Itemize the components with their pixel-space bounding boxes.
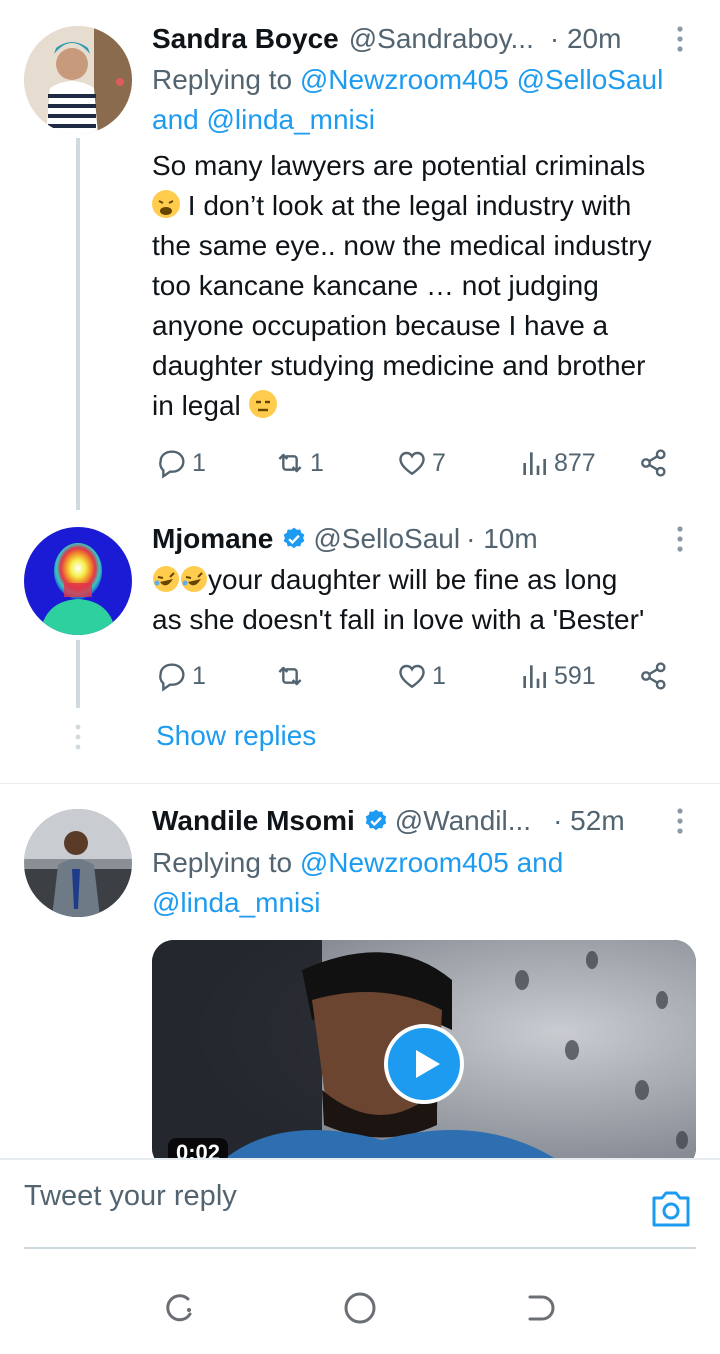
author-handle[interactable]: @SelloSaul <box>313 523 460 555</box>
like-icon <box>399 664 425 689</box>
rofl-emoji <box>152 564 180 592</box>
like-count: 7 <box>432 448 446 477</box>
text-line: I don’t look at the legal industry with <box>152 186 707 226</box>
weary-face-emoji <box>152 190 180 218</box>
views-button[interactable]: 591 <box>518 656 596 696</box>
replying-prefix: Replying to <box>152 64 300 95</box>
text-line: in legal <box>152 386 707 426</box>
replying-and: and <box>152 104 207 135</box>
reply-count: 1 <box>192 448 206 477</box>
retweet-icon <box>278 666 302 686</box>
reply-button[interactable]: 1 <box>156 656 206 696</box>
replying-mentions[interactable]: @Newzroom405 @SelloSaul <box>300 64 663 95</box>
reply-input[interactable]: Tweet your reply <box>24 1180 237 1213</box>
reply-count: 1 <box>192 661 206 690</box>
retweet-button[interactable]: 1 <box>274 443 324 483</box>
retweet-button[interactable] <box>274 656 310 696</box>
views-count: 591 <box>554 661 596 690</box>
video-thumbnail[interactable]: 0:02 <box>152 940 696 1170</box>
author-name[interactable]: Sandra Boyce <box>152 23 339 55</box>
like-count: 1 <box>432 661 446 690</box>
thread-line <box>76 640 80 708</box>
replying-prefix: Replying to <box>152 847 300 878</box>
divider <box>0 783 720 784</box>
author-name[interactable]: Mjomane <box>152 523 273 555</box>
reply-icon <box>159 663 185 692</box>
replying-to: Replying to @Newzroom405 @SelloSaul and … <box>152 60 702 140</box>
tweet-time[interactable]: · 10m <box>466 523 538 555</box>
thread-line <box>76 138 80 510</box>
reply-icon <box>159 450 185 479</box>
tweet-header: Mjomane @SelloSaul · 10m <box>152 519 538 559</box>
expressionless-face-emoji <box>248 390 277 418</box>
tweet-header: Sandra Boyce @Sandraboy... · 20m <box>152 19 621 59</box>
verified-icon <box>284 527 305 549</box>
like-icon <box>399 451 425 476</box>
rofl-emoji <box>180 564 208 592</box>
nav-home-icon[interactable] <box>342 1290 378 1326</box>
share-button[interactable] <box>638 656 670 696</box>
more-icon[interactable] <box>670 24 690 54</box>
views-icon <box>523 665 546 688</box>
nav-recent-icon[interactable] <box>162 1290 198 1326</box>
tweet-text: So many lawyers are potential criminals … <box>152 146 707 426</box>
replying-and: and <box>508 847 564 878</box>
text-line: daughter studying medicine and brother <box>152 350 646 381</box>
text-line: So many lawyers are potential criminals <box>152 150 646 181</box>
avatar-wandile[interactable] <box>24 809 132 917</box>
replying-to: Replying to @Newzroom405 and @linda_mnis… <box>152 843 702 923</box>
like-button[interactable]: 7 <box>396 443 446 483</box>
views-icon <box>523 452 546 475</box>
share-icon <box>641 449 666 477</box>
text-line: anyone occupation because I have a <box>152 310 609 341</box>
like-button[interactable]: 1 <box>396 656 446 696</box>
replying-last[interactable]: @linda_mnisi <box>207 104 376 135</box>
nav-back-icon[interactable] <box>520 1290 556 1326</box>
tweet-time[interactable]: · 20m <box>550 23 622 55</box>
text-line: the same eye.. now the medical industry <box>152 230 652 261</box>
tweet-text: your daughter will be fine as long as sh… <box>152 560 707 640</box>
tweet-actions: 1 1 7 877 <box>152 443 682 483</box>
author-handle[interactable]: @Sandraboy... <box>349 23 534 55</box>
reply-underline <box>24 1247 696 1249</box>
play-icon[interactable] <box>384 1024 464 1104</box>
author-handle[interactable]: @Wandil... <box>395 805 531 837</box>
verified-icon <box>365 809 387 831</box>
text-line: your daughter will be fine as long <box>152 560 707 600</box>
replying-last[interactable]: @linda_mnisi <box>152 887 321 918</box>
views-button[interactable]: 877 <box>518 443 596 483</box>
avatar-sandra[interactable] <box>24 26 132 134</box>
more-icon[interactable] <box>670 806 690 836</box>
avatar-mjomane[interactable] <box>24 527 132 635</box>
retweet-icon <box>278 453 302 473</box>
show-replies-link[interactable]: Show replies <box>156 720 316 752</box>
camera-icon[interactable] <box>650 1189 692 1229</box>
views-count: 877 <box>554 448 596 477</box>
share-icon <box>641 662 666 690</box>
replying-mentions[interactable]: @Newzroom405 <box>300 847 509 878</box>
text-line: as she doesn't fall in love with a 'Best… <box>152 604 645 635</box>
share-button[interactable] <box>638 443 670 483</box>
tweet-time[interactable]: · 52m <box>553 805 625 837</box>
tweet-header: Wandile Msomi @Wandil... · 52m <box>152 801 625 841</box>
thread-dots-icon <box>75 724 81 750</box>
author-name[interactable]: Wandile Msomi <box>152 805 355 837</box>
text-line: too kancane kancane … not judging <box>152 270 599 301</box>
retweet-count: 1 <box>310 448 324 477</box>
more-icon[interactable] <box>670 524 690 554</box>
tweet-actions: 1 1 591 <box>152 656 682 696</box>
reply-button[interactable]: 1 <box>156 443 206 483</box>
